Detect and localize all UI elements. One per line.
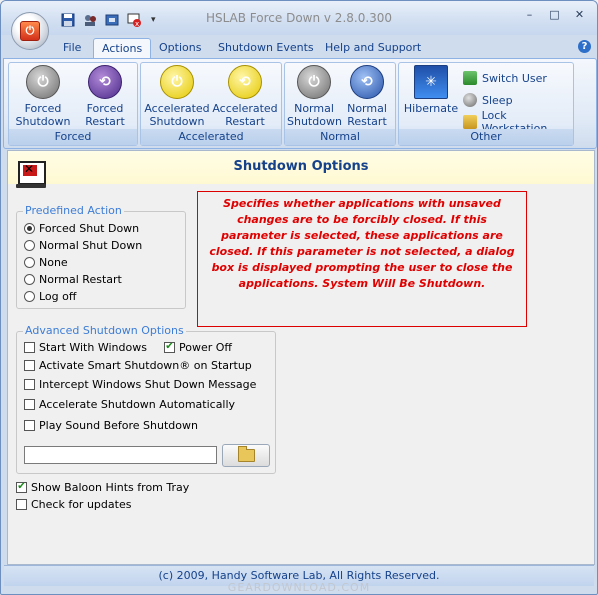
- smart-shutdown-checkbox[interactable]: Activate Smart Shutdown® on Startup: [24, 357, 252, 373]
- radio-button[interactable]: [24, 239, 35, 251]
- checkbox[interactable]: [24, 341, 35, 353]
- normal-shutdown-button[interactable]: ⏻ Normal Shutdown: [287, 65, 342, 128]
- radio-normal-shut-down[interactable]: Normal Shut Down: [24, 237, 142, 253]
- intercept-message-checkbox[interactable]: Intercept Windows Shut Down Message: [24, 376, 256, 392]
- accelerate-shutdown-checkbox[interactable]: Accelerate Shutdown Automatically: [24, 396, 235, 412]
- lock-icon: [463, 115, 477, 129]
- play-sound-checkbox[interactable]: Play Sound Before Shutdown: [24, 417, 198, 433]
- option-description: Specifies whether applications with unsa…: [197, 191, 527, 327]
- title-bar: x ▾ HSLAB Force Down v 2.8.0.300 – □ ✕: [1, 1, 597, 35]
- app-window: x ▾ HSLAB Force Down v 2.8.0.300 – □ ✕ ⏻…: [0, 0, 598, 595]
- checkmark-icon[interactable]: ✔: [164, 341, 175, 353]
- tab-file[interactable]: File: [55, 38, 89, 58]
- restart-icon: ⟲: [88, 65, 122, 99]
- ribbon-group-other: ✳ Hibernate Switch User Sleep Lock Works…: [398, 62, 574, 146]
- forced-restart-button[interactable]: ⟲ Forced Restart: [75, 65, 135, 128]
- power-icon: ⏻: [20, 21, 40, 41]
- application-menu-button[interactable]: ⏻: [11, 12, 49, 50]
- folder-icon: [237, 446, 255, 462]
- tab-actions[interactable]: Actions: [93, 38, 152, 59]
- tab-options[interactable]: Options: [151, 38, 209, 58]
- radio-button[interactable]: [24, 290, 35, 302]
- help-icon[interactable]: ?: [578, 40, 591, 53]
- check-for-updates-checkbox[interactable]: Check for updates: [16, 496, 131, 512]
- ribbon-group-forced: ⏻ Forced Shutdown ⟲ Forced Restart Force…: [8, 62, 138, 146]
- group-label-normal: Normal: [285, 129, 395, 145]
- shutdown-options-panel: Shutdown Options Predefined Action Force…: [7, 150, 595, 565]
- ribbon-tabs: File Actions Options Shutdown Events Hel…: [1, 36, 597, 59]
- accelerated-restart-button[interactable]: ⟲ Accelerated Restart: [211, 65, 279, 128]
- panel-title: Shutdown Options: [233, 159, 369, 174]
- sleep-button[interactable]: Sleep: [463, 91, 513, 109]
- radio-forced-shut-down[interactable]: Forced Shut Down: [24, 220, 139, 236]
- hibernate-icon: ✳: [414, 65, 448, 99]
- show-balloon-hints-checkbox[interactable]: ✔ Show Baloon Hints from Tray: [16, 479, 189, 495]
- ribbon-group-normal: ⏻ Normal Shutdown ⟲ Normal Restart Norma…: [284, 62, 396, 146]
- browse-sound-button[interactable]: [222, 444, 270, 467]
- checkbox[interactable]: [24, 398, 35, 410]
- radio-normal-restart[interactable]: Normal Restart: [24, 271, 122, 287]
- normal-restart-button[interactable]: ⟲ Normal Restart: [341, 65, 393, 128]
- tab-shutdown-events[interactable]: Shutdown Events: [210, 38, 322, 58]
- power-icon: ⏻: [160, 65, 194, 99]
- radio-none[interactable]: None: [24, 254, 68, 270]
- window-title: HSLAB Force Down v 2.8.0.300: [205, 11, 393, 25]
- power-icon: ⏻: [297, 65, 331, 99]
- power-icon: ⏻: [26, 65, 60, 99]
- maximize-button[interactable]: □: [543, 5, 566, 24]
- group-label-other: Other: [399, 129, 573, 145]
- sleep-icon: [463, 93, 477, 107]
- start-with-windows-checkbox[interactable]: Start With Windows: [24, 339, 147, 355]
- hibernate-button[interactable]: ✳ Hibernate: [403, 65, 459, 115]
- panel-header: Shutdown Options: [8, 151, 594, 188]
- radio-button[interactable]: [24, 256, 35, 268]
- forced-shutdown-button[interactable]: ⏻ Forced Shutdown: [13, 65, 73, 128]
- checkbox[interactable]: [16, 498, 27, 510]
- accelerated-shutdown-button[interactable]: ⏻ Accelerated Shutdown: [143, 65, 211, 128]
- minimize-button[interactable]: –: [518, 5, 541, 24]
- checkbox[interactable]: [24, 378, 35, 390]
- restart-icon: ⟲: [228, 65, 262, 99]
- ribbon-group-accelerated: ⏻ Accelerated Shutdown ⟲ Accelerated Res…: [140, 62, 282, 146]
- power-off-checkbox[interactable]: ✔ Power Off: [164, 339, 232, 355]
- window-controls: – □ ✕: [518, 5, 591, 24]
- advanced-options-legend: Advanced Shutdown Options: [23, 324, 186, 337]
- checkbox[interactable]: [24, 359, 35, 371]
- checkmark-icon[interactable]: ✔: [16, 481, 27, 493]
- group-label-forced: Forced: [9, 129, 137, 145]
- ribbon: ⏻ Forced Shutdown ⟲ Forced Restart Force…: [3, 58, 597, 149]
- group-label-accelerated: Accelerated: [141, 129, 281, 145]
- watermark-text: GEARDOWNLOAD.COM: [227, 581, 371, 594]
- radio-log-off[interactable]: Log off: [24, 288, 76, 304]
- radio-button[interactable]: [24, 273, 35, 285]
- close-button[interactable]: ✕: [568, 5, 591, 24]
- sound-file-input[interactable]: [24, 446, 217, 464]
- predefined-action-legend: Predefined Action: [23, 204, 124, 217]
- computer-base-icon: [16, 184, 46, 188]
- tab-help-and-support[interactable]: Help and Support: [317, 38, 429, 58]
- radio-button[interactable]: [24, 222, 35, 234]
- switch-user-icon: [463, 71, 477, 85]
- checkbox[interactable]: [24, 419, 35, 431]
- switch-user-button[interactable]: Switch User: [463, 69, 547, 87]
- restart-icon: ⟲: [350, 65, 384, 99]
